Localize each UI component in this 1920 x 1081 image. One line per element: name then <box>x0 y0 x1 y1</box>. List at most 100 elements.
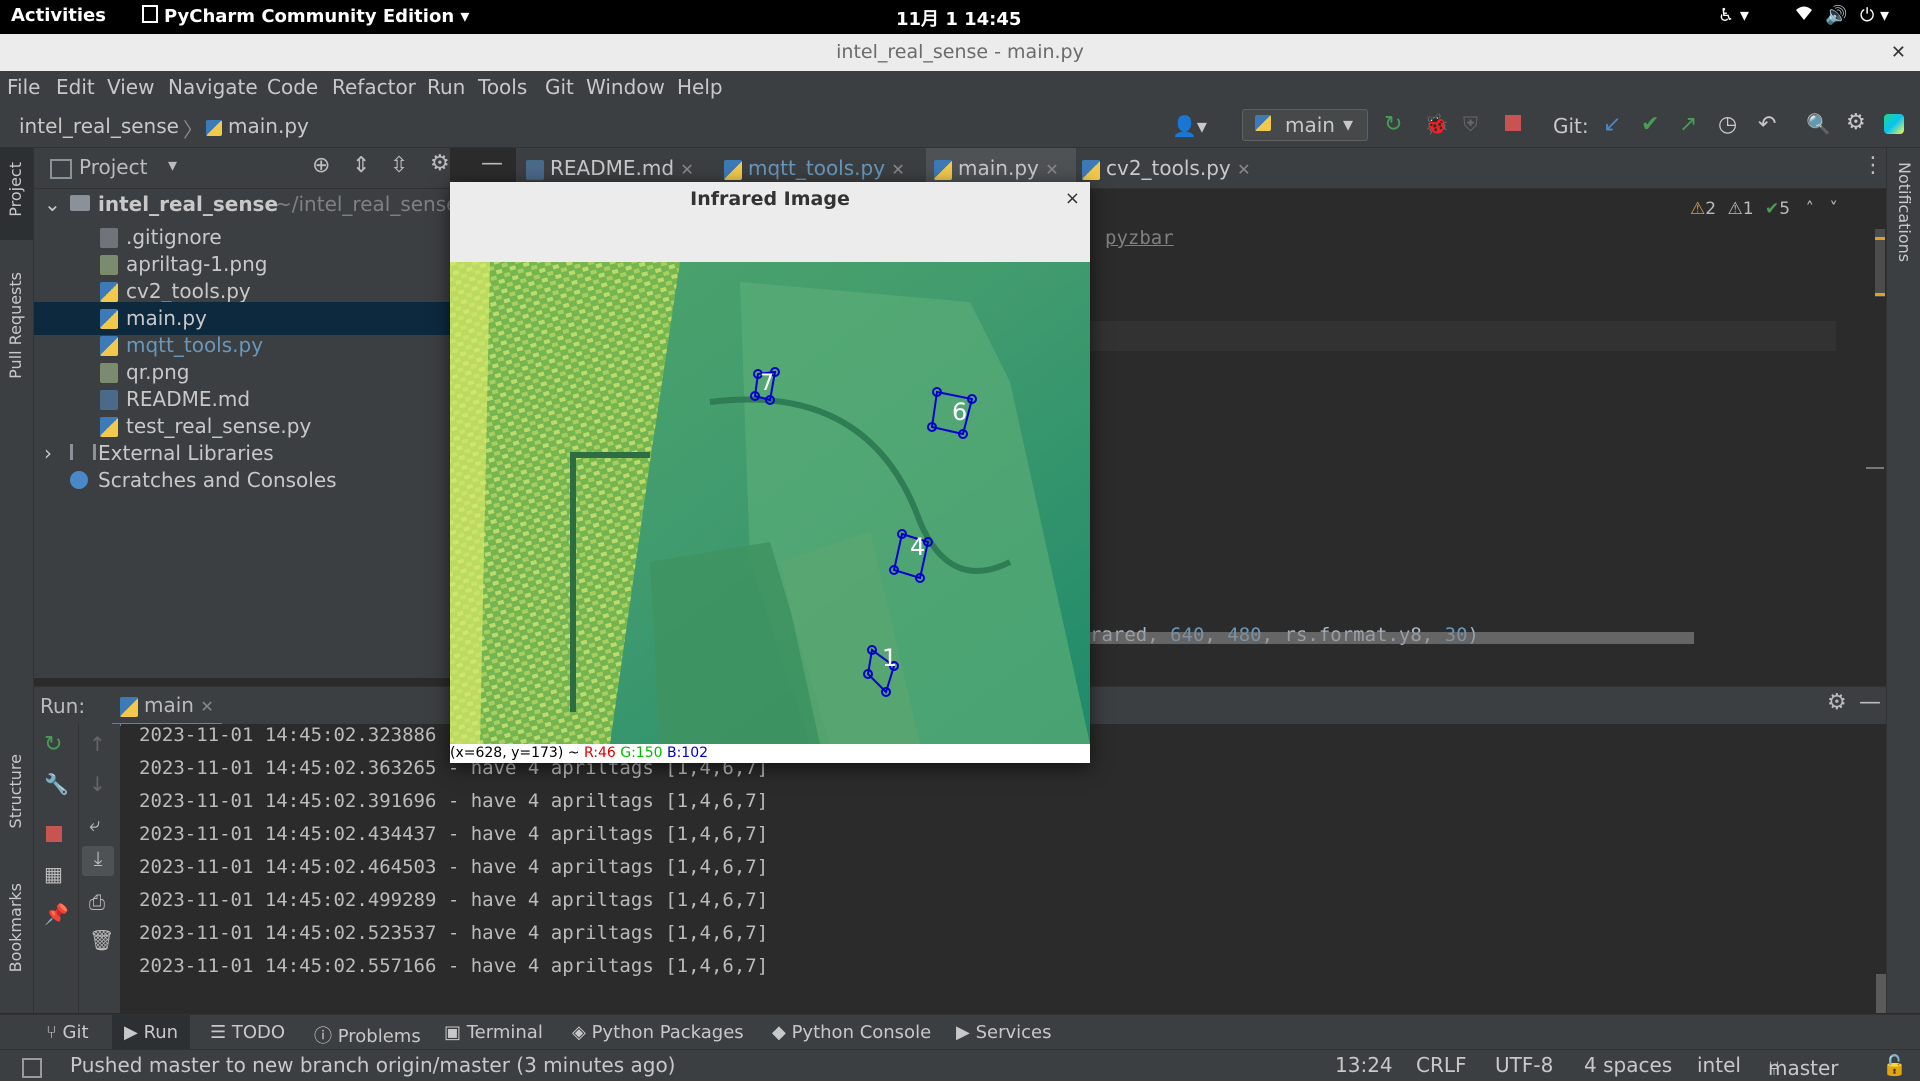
tool-tab-problems[interactable]: ⓘ Problems <box>314 1022 421 1048</box>
menu-view[interactable]: View <box>107 75 154 99</box>
chevron-down-icon[interactable]: ▾ <box>168 155 177 176</box>
search-icon[interactable]: 🔍 <box>1806 112 1831 136</box>
infrared-image-window[interactable]: Infrared Image × 7 6 4 1 (x=628, y=173) … <box>450 182 1090 763</box>
tree-root[interactable]: ⌄ intel_real_sense ~/intel_real_sense <box>34 188 458 221</box>
horizontal-scrollbar[interactable] <box>1090 632 1694 644</box>
chevron-down-icon[interactable]: ˅ <box>1829 199 1838 219</box>
menu-help[interactable]: Help <box>677 75 723 99</box>
stripe-notifications-button[interactable]: Notifications <box>1895 162 1914 262</box>
stop-icon[interactable] <box>1505 115 1521 131</box>
arrow-up-icon[interactable]: ↑ <box>89 732 106 756</box>
expand-all-icon[interactable]: ⇕ <box>352 153 370 178</box>
toggle-tool-windows-icon[interactable] <box>22 1058 42 1078</box>
coverage-icon[interactable]: ⛨ <box>1463 112 1478 136</box>
breadcrumb-project[interactable]: intel_real_sense <box>19 114 179 138</box>
close-icon[interactable]: ✕ <box>891 160 904 179</box>
menu-edit[interactable]: Edit <box>56 75 95 99</box>
menu-file[interactable]: File <box>7 75 40 99</box>
arrow-down-icon[interactable]: ↓ <box>89 772 106 796</box>
tool-tab-git[interactable]: ⑂ Git <box>46 1022 89 1043</box>
stripe-bookmarks-button[interactable]: Bookmarks <box>6 883 25 972</box>
tool-tab-python-console[interactable]: ◆ Python Console <box>772 1022 931 1043</box>
menu-run[interactable]: Run <box>427 75 465 99</box>
log-line: 2023-11-01 14:45:02.499289 - have 4 apri… <box>139 889 769 911</box>
locate-icon[interactable]: ⊕ <box>312 153 330 178</box>
soft-wrap-icon[interactable]: ⤶ <box>89 812 100 836</box>
wrench-icon[interactable]: 🔧 <box>44 772 69 796</box>
close-icon[interactable]: ✕ <box>200 697 213 716</box>
close-icon[interactable]: ✕ <box>1045 160 1058 179</box>
lock-icon[interactable]: 🔓 <box>1882 1053 1907 1077</box>
infrared-camera-image[interactable]: 7 6 4 1 <box>450 262 1090 744</box>
project-view-title[interactable]: Project <box>79 155 147 179</box>
stripe-structure-button[interactable]: Structure <box>6 754 25 828</box>
tool-tab-python-packages[interactable]: ◈ Python Packages <box>572 1022 744 1043</box>
trash-icon[interactable]: 🗑 <box>89 928 114 952</box>
git-push-icon[interactable]: ↗ <box>1679 112 1697 137</box>
rollback-icon[interactable]: ↶ <box>1758 112 1776 137</box>
tree-scratches[interactable]: Scratches and Consoles <box>34 464 450 497</box>
warning-stripe-marker[interactable] <box>1875 293 1885 296</box>
panel-settings-icon[interactable]: ⚙ <box>430 151 450 176</box>
left-tool-stripe: Project Pull Requests Structure Bookmark… <box>0 148 34 1013</box>
close-icon[interactable]: ✕ <box>680 160 693 179</box>
status-message[interactable]: Pushed master to new branch origin/maste… <box>70 1053 676 1077</box>
run-settings-icon[interactable]: ⚙ <box>1827 690 1847 715</box>
tool-tab-services[interactable]: ▶ Services <box>956 1022 1051 1043</box>
more-tabs-icon[interactable]: ⋮ <box>1862 153 1884 178</box>
python-file-icon <box>206 119 222 136</box>
tab-cv2-tools[interactable]: cv2_tools.py ✕ <box>1082 148 1282 188</box>
window-close-icon[interactable]: ✕ <box>1891 34 1906 71</box>
run-config-selector[interactable]: main ▾ <box>1242 109 1368 141</box>
tool-tab-terminal[interactable]: ▣ Terminal <box>444 1022 543 1043</box>
caret-position[interactable]: 13:24 <box>1335 1053 1393 1077</box>
history-icon[interactable]: ◷ <box>1718 112 1737 137</box>
tool-tab-run[interactable]: ▶ Run <box>112 1015 191 1050</box>
file-encoding[interactable]: UTF-8 <box>1495 1053 1553 1077</box>
close-icon[interactable]: ✕ <box>1237 160 1250 179</box>
rerun-icon[interactable]: ↻ <box>1384 112 1402 137</box>
print-icon[interactable]: ⎙ <box>89 890 105 914</box>
python-interpreter[interactable]: intel <box>1697 1053 1741 1077</box>
close-icon[interactable]: × <box>1065 182 1080 216</box>
breadcrumb-file[interactable]: main.py <box>206 114 309 138</box>
accessibility-icon[interactable]: ♿ ▾ <box>1718 5 1749 26</box>
indent-setting[interactable]: 4 spaces <box>1584 1053 1672 1077</box>
clock[interactable]: 11月 1 14:45 <box>896 5 1021 31</box>
hide-run-panel-icon[interactable]: — <box>1859 690 1881 715</box>
menu-window[interactable]: Window <box>586 75 665 99</box>
user-icon[interactable]: 👤▾ <box>1172 114 1207 138</box>
inspection-widget[interactable]: ⚠2 ⚠1 ✔5 ˄ ˅ <box>1690 199 1838 219</box>
activities-button[interactable]: Activities <box>11 5 106 26</box>
warning-stripe-marker[interactable] <box>1875 237 1885 240</box>
volume-icon[interactable]: 🔊 <box>1825 5 1847 26</box>
power-icon[interactable]: ⏻ ▾ <box>1860 5 1889 26</box>
layout-icon[interactable]: ▦ <box>44 862 63 886</box>
wifi-icon[interactable] <box>1795 5 1813 26</box>
menu-refactor[interactable]: Refactor <box>332 75 416 99</box>
git-commit-icon[interactable]: ✔ <box>1641 112 1659 137</box>
tool-tab-todo[interactable]: ☰ TODO <box>210 1022 285 1043</box>
run-console[interactable]: 2023-11-01 14:45:02.323886 - have 4 apri… <box>121 724 1886 1013</box>
console-scrollbar[interactable] <box>1876 974 1886 1013</box>
line-ending[interactable]: CRLF <box>1416 1053 1467 1077</box>
stop-icon[interactable] <box>46 826 62 842</box>
menu-git[interactable]: Git <box>545 75 574 99</box>
stripe-pull-requests-button[interactable]: Pull Requests <box>6 272 25 379</box>
infrared-window-titlebar[interactable]: Infrared Image × <box>450 182 1090 216</box>
menu-code[interactable]: Code <box>267 75 318 99</box>
pin-icon[interactable]: 📌 <box>44 902 69 926</box>
collapse-all-icon[interactable]: ⇳ <box>390 153 408 178</box>
menu-navigate[interactable]: Navigate <box>168 75 258 99</box>
stripe-project-button[interactable]: Project <box>6 162 25 217</box>
scroll-to-end-icon[interactable]: ⤓ <box>82 846 114 876</box>
menu-tools[interactable]: Tools <box>478 75 527 99</box>
hide-panel-icon[interactable]: — <box>481 151 503 176</box>
debug-icon[interactable]: 🐞 <box>1424 112 1449 136</box>
app-menu-button[interactable]: PyCharm Community Edition ▾ <box>142 5 469 27</box>
rerun-icon[interactable]: ↻ <box>44 732 62 757</box>
settings-icon[interactable]: ⚙ <box>1846 110 1866 135</box>
chevron-up-icon[interactable]: ˄ <box>1805 199 1814 219</box>
git-update-icon[interactable]: ↙ <box>1603 112 1621 137</box>
pycharm-logo-icon[interactable] <box>1884 114 1904 134</box>
